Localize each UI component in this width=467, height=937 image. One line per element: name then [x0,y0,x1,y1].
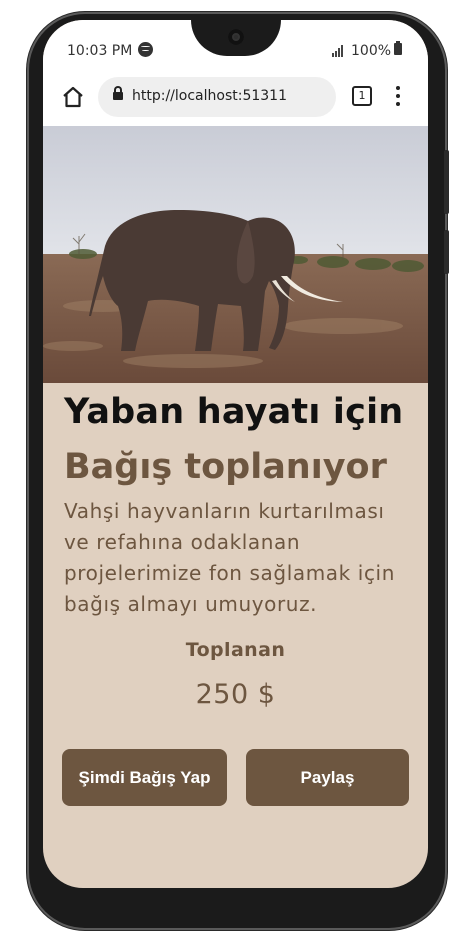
page-subtitle: Bağış toplanıyor [64,447,387,487]
screen: 10:03 PM 100% http://localhost:51311 1 Y… [43,20,428,888]
more-menu-icon[interactable] [395,84,401,108]
tab-switcher-button[interactable]: 1 [352,86,372,106]
description-text: Vahşi hayvanların kurtarılması ve refahı… [64,499,395,616]
spotify-icon [138,42,153,57]
collected-label: Toplanan [185,639,286,661]
browser-toolbar: http://localhost:51311 1 [43,76,428,126]
page-title: Yaban hayatı için [64,392,404,432]
lock-icon [113,86,123,100]
collected-amount: 250 $ [195,679,276,710]
power-button [444,230,449,274]
signal-icon [332,45,346,57]
url-text: http://localhost:51311 [132,88,287,104]
hero-image [43,126,428,383]
status-time: 10:03 PM [67,43,133,59]
volume-button [444,150,449,214]
donate-now-button[interactable]: Şimdi Bağış Yap [62,749,227,806]
address-bar[interactable]: http://localhost:51311 [98,77,336,117]
share-button[interactable]: Paylaş [246,749,409,806]
home-icon[interactable] [61,85,85,109]
camera-icon [228,29,244,45]
battery-icon [394,41,402,55]
battery-percent: 100% [351,43,392,59]
